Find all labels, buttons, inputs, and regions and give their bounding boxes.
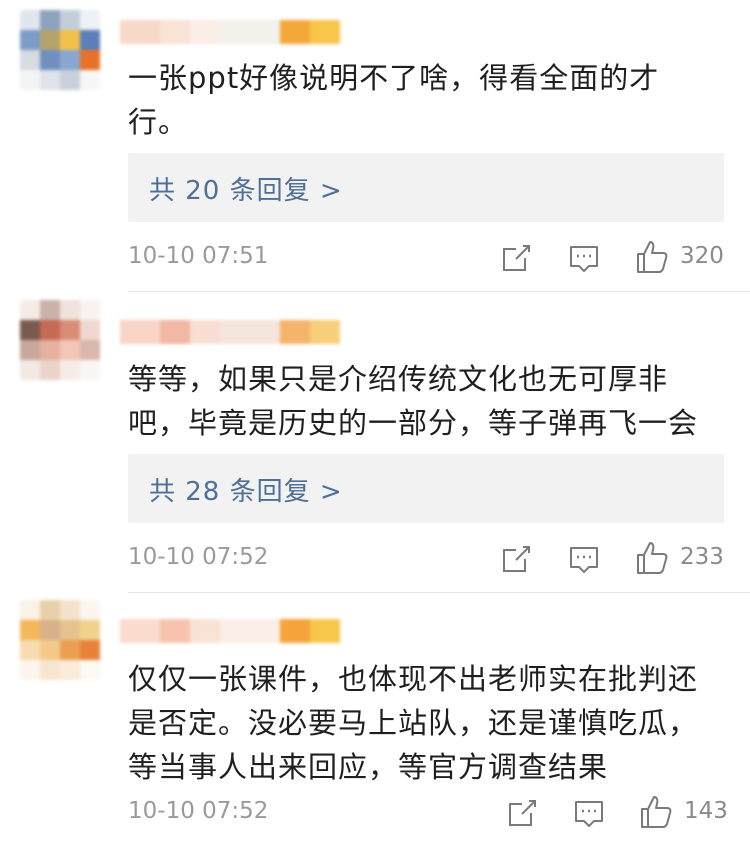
like-count: 320 xyxy=(680,243,724,269)
divider xyxy=(128,592,750,593)
like-icon[interactable] xyxy=(636,240,668,274)
comment-meta: 10-10 07:52 143 xyxy=(128,793,728,833)
reply-box[interactable]: 共 28 条回复 > xyxy=(128,454,724,523)
username-blurred[interactable] xyxy=(120,20,340,44)
share-icon[interactable] xyxy=(501,244,531,272)
view-replies-link[interactable]: 共 28 条回复 > xyxy=(149,471,343,508)
share-icon[interactable] xyxy=(501,545,531,573)
like-icon[interactable] xyxy=(636,541,668,575)
comment-icon[interactable] xyxy=(569,545,599,575)
username-blurred[interactable] xyxy=(120,619,340,643)
divider xyxy=(128,291,750,292)
comment-text: 等等，如果只是介绍传统文化也无可厚非吧，毕竟是历史的一部分，等子弹再飞一会 xyxy=(128,362,699,440)
comment-time: 10-10 07:52 xyxy=(128,798,269,824)
reply-box[interactable]: 共 20 条回复 > xyxy=(128,153,724,222)
username-blurred[interactable] xyxy=(120,320,340,344)
view-replies-link[interactable]: 共 20 条回复 > xyxy=(149,170,343,207)
comment-time: 10-10 07:51 xyxy=(128,243,269,269)
comment-meta: 10-10 07:51 320 xyxy=(128,238,724,278)
share-icon[interactable] xyxy=(507,799,537,827)
avatar[interactable] xyxy=(20,600,100,680)
comment-icon[interactable] xyxy=(574,799,604,829)
comment-meta: 10-10 07:52 233 xyxy=(128,539,724,579)
comment-text: 仅仅一张课件，也体现不出老师实在批判还是否定。没必要马上站队，还是谨慎吃瓜，等当… xyxy=(128,662,699,784)
comment-icon[interactable] xyxy=(569,244,599,274)
comment-time: 10-10 07:52 xyxy=(128,544,269,570)
avatar[interactable] xyxy=(20,300,100,380)
like-count: 233 xyxy=(680,544,724,570)
like-count: 143 xyxy=(684,798,728,824)
like-icon[interactable] xyxy=(640,795,672,829)
avatar[interactable] xyxy=(20,10,100,90)
comment-text: 一张ppt好像说明不了啥，得看全面的才行。 xyxy=(128,61,660,139)
